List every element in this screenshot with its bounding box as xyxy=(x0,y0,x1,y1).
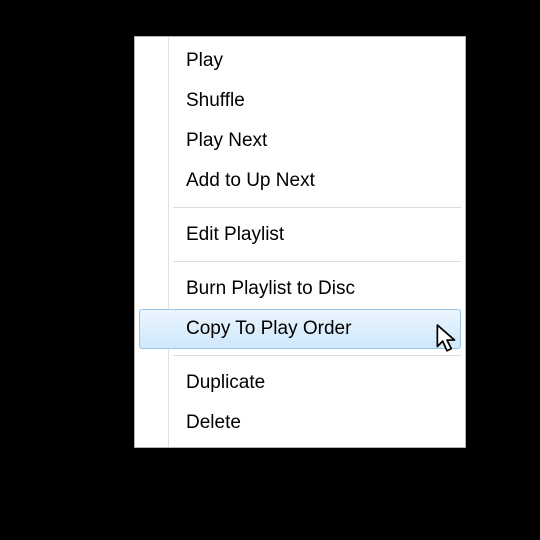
menu-separator xyxy=(173,207,461,209)
context-menu: Play Shuffle Play Next Add to Up Next Ed… xyxy=(134,36,466,448)
menu-separator xyxy=(173,355,461,357)
menu-item-delete[interactable]: Delete xyxy=(139,403,461,443)
menu-item-add-to-up-next[interactable]: Add to Up Next xyxy=(139,161,461,201)
menu-item-burn-playlist-to-disc[interactable]: Burn Playlist to Disc xyxy=(139,269,461,309)
menu-item-play[interactable]: Play xyxy=(139,41,461,81)
menu-item-copy-to-play-order[interactable]: Copy To Play Order xyxy=(139,309,461,349)
menu-item-edit-playlist[interactable]: Edit Playlist xyxy=(139,215,461,255)
menu-item-duplicate[interactable]: Duplicate xyxy=(139,363,461,403)
context-menu-inner: Play Shuffle Play Next Add to Up Next Ed… xyxy=(135,37,465,447)
menu-item-shuffle[interactable]: Shuffle xyxy=(139,81,461,121)
menu-separator xyxy=(173,261,461,263)
menu-item-play-next[interactable]: Play Next xyxy=(139,121,461,161)
